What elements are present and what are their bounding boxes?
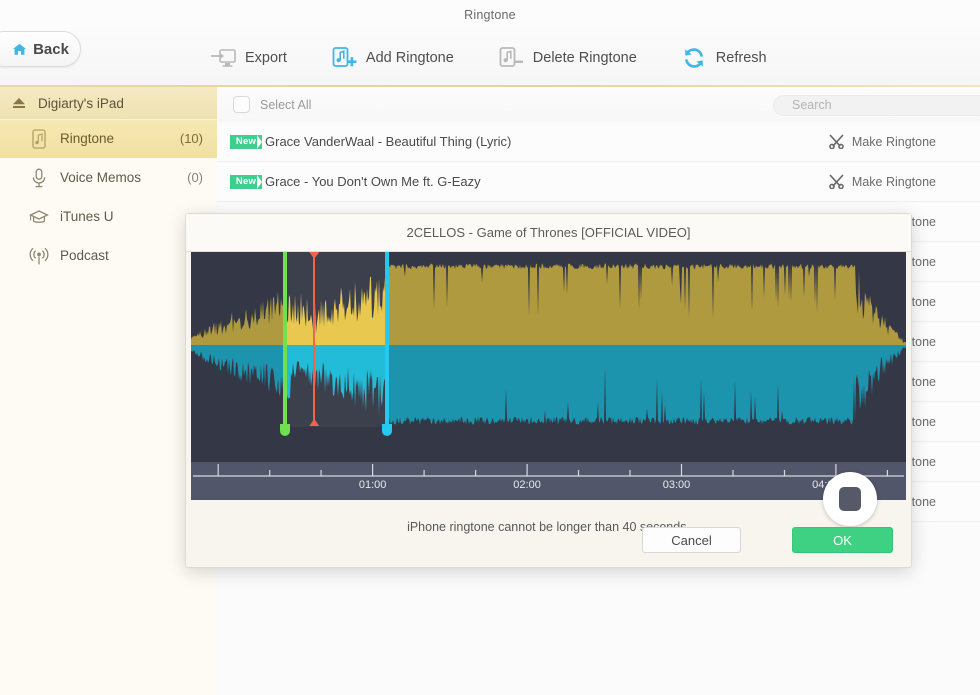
ringtone-icon [28,128,60,150]
make-ringtone-label: Make Ringtone [851,134,936,149]
make-ringtone-label: Make Ringtone [851,174,936,189]
new-badge: New [230,174,262,189]
select-all-control[interactable]: Select All [233,87,311,122]
ok-button[interactable]: OK [792,527,893,553]
sidebar-item-voice-memos[interactable]: Voice Memos (0) [0,158,217,197]
row-title: Grace - You Don't Own Me ft. G-Eazy [265,174,481,189]
export-button-label: Export [245,49,287,66]
sidebar-item-ringtone-count: (10) [179,131,203,146]
timeline-ticks [193,464,904,477]
selection-start-marker[interactable] [280,252,291,436]
stop-button[interactable] [823,472,877,526]
sidebar-item-ringtone-label: Ringtone [60,131,115,146]
delete-ringtone-button-label: Delete Ringtone [532,49,637,66]
sidebar-item-itunes-u-label: iTunes U [60,209,114,224]
refresh-icon [681,46,707,70]
back-button[interactable]: Back [0,31,81,67]
sidebar-item-voice-memos-label: Voice Memos [60,170,142,185]
search-placeholder: Search [792,98,832,112]
table-row[interactable]: New Grace VanderWaal - Beautiful Thing (L… [217,122,980,162]
make-ringtone-button[interactable]: Make Ringtone [828,134,936,149]
table-row[interactable]: New Grace - You Don't Own Me ft. G-Eazy Ma… [217,162,980,202]
dialog-header: 2CELLOS - Game of Thrones [OFFICIAL VIDE… [186,214,911,252]
microphone-icon [28,167,60,189]
refresh-button[interactable]: Refresh [681,46,767,70]
timeline-label: 02:00 [513,479,541,491]
graduation-icon [28,206,60,228]
new-badge: New [230,134,262,149]
window-title: Ringtone [464,8,516,22]
sidebar-item-ringtone[interactable]: Ringtone (10) [0,119,217,158]
dialog-footer: Cancel OK [186,523,911,567]
delete-ringtone-icon [498,46,524,70]
export-button[interactable]: Export [210,46,287,70]
device-header[interactable]: Digiarty's iPad [0,87,217,119]
cancel-button[interactable]: Cancel [642,527,741,553]
export-to-computer-icon [210,46,236,70]
back-button-label: Back [33,40,69,58]
sidebar-item-voice-memos-count: (0) [187,170,203,185]
scissors-icon [828,174,845,189]
row-title: Grace VanderWaal - Beautiful Thing (Lyri… [265,134,512,149]
make-ringtone-button[interactable]: Make Ringtone [828,174,936,189]
eject-icon[interactable] [12,97,26,109]
scissors-icon [828,134,845,149]
timeline-label: 03:00 [662,479,691,491]
delete-ringtone-button[interactable]: Delete Ringtone [498,46,637,70]
add-ringtone-button[interactable]: Add Ringtone [331,46,454,70]
playhead-marker[interactable] [309,252,320,426]
make-ringtone-dialog: 2CELLOS - Game of Thrones [OFFICIAL VIDE… [185,213,912,568]
stop-icon [839,487,861,511]
device-name: Digiarty's iPad [38,95,124,111]
toolbar-actions: Export Add Ringtone Delete Ringtone Refr… [210,30,767,85]
home-icon [12,43,27,56]
podcast-icon [28,245,60,267]
select-all-label: Select All [260,97,312,112]
refresh-button-label: Refresh [715,49,767,66]
dialog-title: 2CELLOS - Game of Thrones [OFFICIAL VIDE… [406,225,691,240]
timeline-label: 01:00 [358,479,387,491]
audio-waveform[interactable] [191,252,906,462]
selection-end-marker[interactable] [381,252,392,436]
selection-end-handle[interactable] [381,424,392,436]
sidebar-item-podcast-label: Podcast [60,248,109,263]
add-ringtone-icon [331,46,357,70]
add-ringtone-button-label: Add Ringtone [365,49,454,66]
select-all-checkbox[interactable] [233,96,250,113]
timeline-ruler[interactable]: 01:0002:0003:0004:00 [191,462,906,500]
search-input[interactable]: Search [773,95,980,116]
list-header: Select All Search [217,87,980,123]
waveform-editor[interactable] [191,252,906,462]
window-title-bar: Ringtone [0,0,980,30]
